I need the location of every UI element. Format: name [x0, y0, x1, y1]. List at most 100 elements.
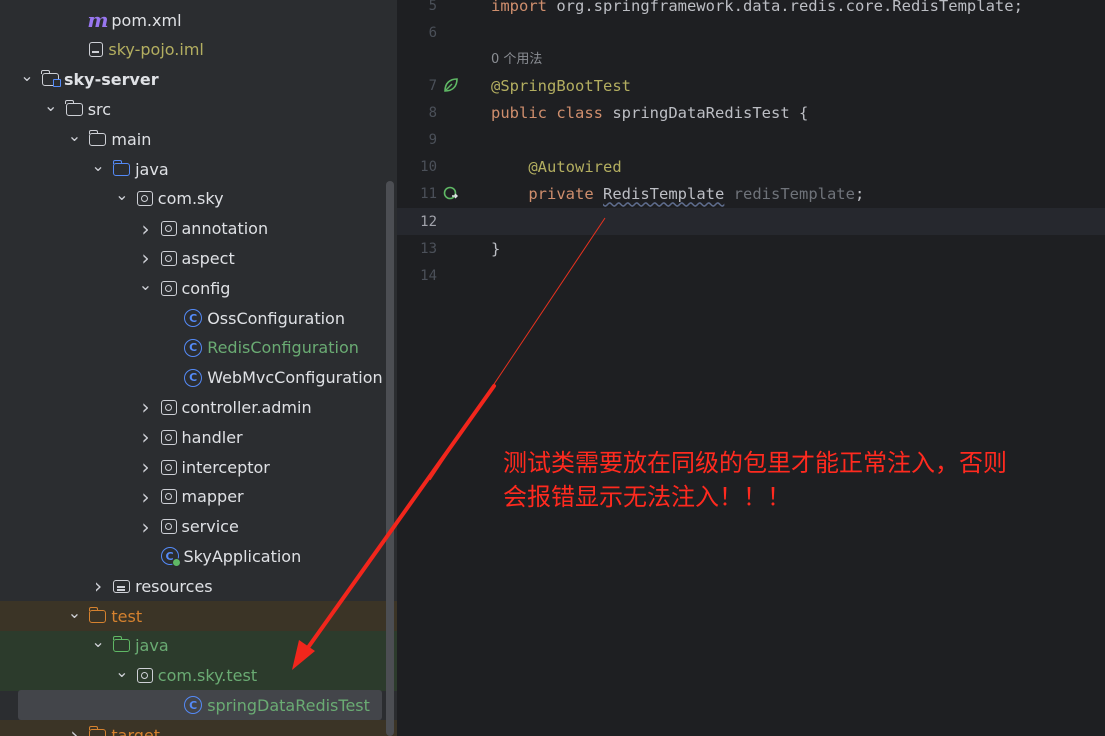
- class-icon: C: [184, 309, 203, 327]
- code-line-8[interactable]: 8 public class springDataRedisTest {: [397, 99, 1105, 126]
- tree-item-label: com.sky.test: [157, 666, 258, 686]
- tree-item-com-sky[interactable]: ⌄ com.sky: [0, 184, 397, 214]
- package-icon: [160, 489, 177, 505]
- usages-inlay-hint[interactable]: 0 个用法: [491, 48, 542, 67]
- tree-item-test[interactable]: ⌄ test: [0, 601, 397, 631]
- tree-item-ossconfiguration[interactable]: ›COssConfiguration: [0, 303, 397, 333]
- annotation-note-line-1: 测试类需要放在同级的包里才能正常注入，否则: [503, 449, 1007, 477]
- package-icon: [160, 250, 177, 266]
- folder-icon: [65, 99, 83, 116]
- boot-class-icon: C: [160, 547, 181, 568]
- line-number: 8: [428, 104, 437, 121]
- chevron-down-icon[interactable]: ⌄: [91, 156, 105, 175]
- code-line-10[interactable]: 10 @Autowired: [397, 153, 1105, 180]
- tree-item-skyapplication[interactable]: ›CSkyApplication: [0, 541, 397, 571]
- code-line-11[interactable]: 11 private RedisTemplate redisTemplate;: [397, 180, 1105, 207]
- line-number: 14: [420, 267, 437, 284]
- package-icon: [160, 399, 177, 415]
- module-folder-icon: [41, 70, 61, 88]
- package-icon: [160, 280, 177, 296]
- code-line-12[interactable]: 12: [397, 208, 1105, 235]
- class-icon: C: [184, 338, 203, 357]
- tree-item-label: config: [181, 278, 231, 298]
- tree-item-java[interactable]: ⌄ java: [0, 630, 397, 661]
- tree-item-interceptor[interactable]: › interceptor: [0, 452, 397, 482]
- tree-item-config[interactable]: ⌄ config: [0, 273, 397, 303]
- chevron-right-icon[interactable]: ›: [139, 246, 153, 270]
- package-icon: [136, 191, 153, 207]
- line-number: 13: [420, 240, 437, 257]
- chevron-right-icon[interactable]: ›: [139, 217, 153, 241]
- chevron-right-icon[interactable]: ›: [139, 425, 153, 449]
- tree-item-label: java: [135, 636, 169, 656]
- tree-item-springdataredistest[interactable]: ›CspringDataRedisTest: [18, 690, 382, 721]
- tree-item-src[interactable]: ⌄ src: [0, 94, 397, 124]
- chevron-down-icon[interactable]: ⌄: [20, 66, 34, 85]
- code-line-14[interactable]: 14: [397, 262, 1105, 289]
- tree-item-controller-admin[interactable]: › controller.admin: [0, 392, 397, 422]
- tree-item-label: interceptor: [181, 457, 270, 477]
- tree-item-redisconfiguration[interactable]: ›CRedisConfiguration: [0, 333, 397, 363]
- code-editor[interactable]: 5 import org.springframework.data.redis.c…: [397, 0, 1105, 736]
- iml-file-icon: [89, 42, 104, 58]
- code-line-6[interactable]: 6: [397, 19, 1105, 46]
- project-tree-scrollbar[interactable]: [386, 181, 394, 736]
- code-line-7[interactable]: 7 @SpringBootTest: [397, 72, 1105, 99]
- tree-item-resources[interactable]: › resources: [0, 571, 397, 601]
- tree-item-label: RedisConfiguration: [207, 338, 359, 358]
- tree-item-label: service: [181, 517, 239, 537]
- source-folder-icon: [112, 159, 131, 176]
- tree-item-mapper[interactable]: › mapper: [0, 482, 397, 512]
- code-text: @SpringBootTest: [491, 76, 631, 95]
- tree-item-service[interactable]: › service: [0, 512, 397, 542]
- chevron-down-icon[interactable]: ⌄: [115, 185, 129, 204]
- class-icon: C: [184, 368, 203, 387]
- orange-folder-icon: [88, 725, 107, 736]
- tree-item-sky-pojo-iml[interactable]: ›sky-pojo.iml: [0, 35, 397, 65]
- tree-item-com-sky-test[interactable]: ⌄ com.sky.test: [0, 660, 397, 691]
- chevron-down-icon[interactable]: ⌄: [139, 275, 153, 294]
- tree-item-main[interactable]: ⌄ main: [0, 124, 397, 154]
- tree-item-label: handler: [181, 427, 243, 447]
- chevron-down-icon[interactable]: ⌄: [91, 632, 105, 651]
- chevron-right-icon[interactable]: ›: [139, 455, 153, 479]
- package-icon: [160, 429, 177, 445]
- tree-item-label: java: [135, 159, 169, 179]
- tree-item-label: target: [111, 725, 161, 736]
- package-icon: [160, 519, 177, 535]
- package-icon: [160, 459, 177, 475]
- tree-item-label: controller.admin: [181, 397, 312, 417]
- chevron-down-icon[interactable]: ⌄: [44, 96, 58, 115]
- chevron-right-icon[interactable]: ›: [139, 395, 153, 419]
- tree-item-label: pom.xml: [111, 10, 182, 30]
- tree-item-webmvcconfiguration[interactable]: ›CWebMvcConfiguration: [0, 363, 397, 393]
- code-line-13[interactable]: 13}: [397, 235, 1105, 262]
- tree-item-label: annotation: [181, 219, 269, 239]
- chevron-down-icon[interactable]: ⌄: [67, 603, 81, 622]
- chevron-right-icon[interactable]: ›: [67, 723, 81, 736]
- tree-item-handler[interactable]: › handler: [0, 422, 397, 452]
- test-folder-icon: [112, 636, 131, 653]
- tree-item-sky-server[interactable]: ⌄ sky-server: [0, 65, 397, 95]
- tree-item-aspect[interactable]: › aspect: [0, 243, 397, 273]
- line-number: 12: [420, 213, 437, 230]
- chevron-right-icon[interactable]: ›: [91, 574, 105, 598]
- maven-icon: m: [87, 8, 109, 32]
- resources-folder-icon: [113, 579, 131, 593]
- tree-item-target[interactable]: › target: [0, 720, 397, 736]
- chevron-right-icon[interactable]: ›: [139, 485, 153, 509]
- tree-item-annotation[interactable]: › annotation: [0, 214, 397, 244]
- tree-item-pom-xml[interactable]: ›mpom.xml: [0, 5, 397, 35]
- code-line-5[interactable]: 5 import org.springframework.data.redis.c…: [397, 0, 1105, 19]
- tree-item-label: mapper: [181, 487, 244, 507]
- chevron-right-icon[interactable]: ›: [139, 515, 153, 539]
- chevron-down-icon[interactable]: ⌄: [115, 662, 129, 681]
- spring-bean-icon[interactable]: [443, 77, 459, 93]
- tree-item-label: sky-server: [64, 70, 159, 90]
- autowired-navigate-icon[interactable]: [443, 185, 459, 201]
- tree-item-java[interactable]: ⌄ java: [0, 154, 397, 184]
- chevron-down-icon[interactable]: ⌄: [67, 126, 81, 145]
- line-number: 7: [428, 77, 437, 94]
- line-number: 10: [420, 158, 437, 175]
- code-line-9[interactable]: 9: [397, 126, 1105, 153]
